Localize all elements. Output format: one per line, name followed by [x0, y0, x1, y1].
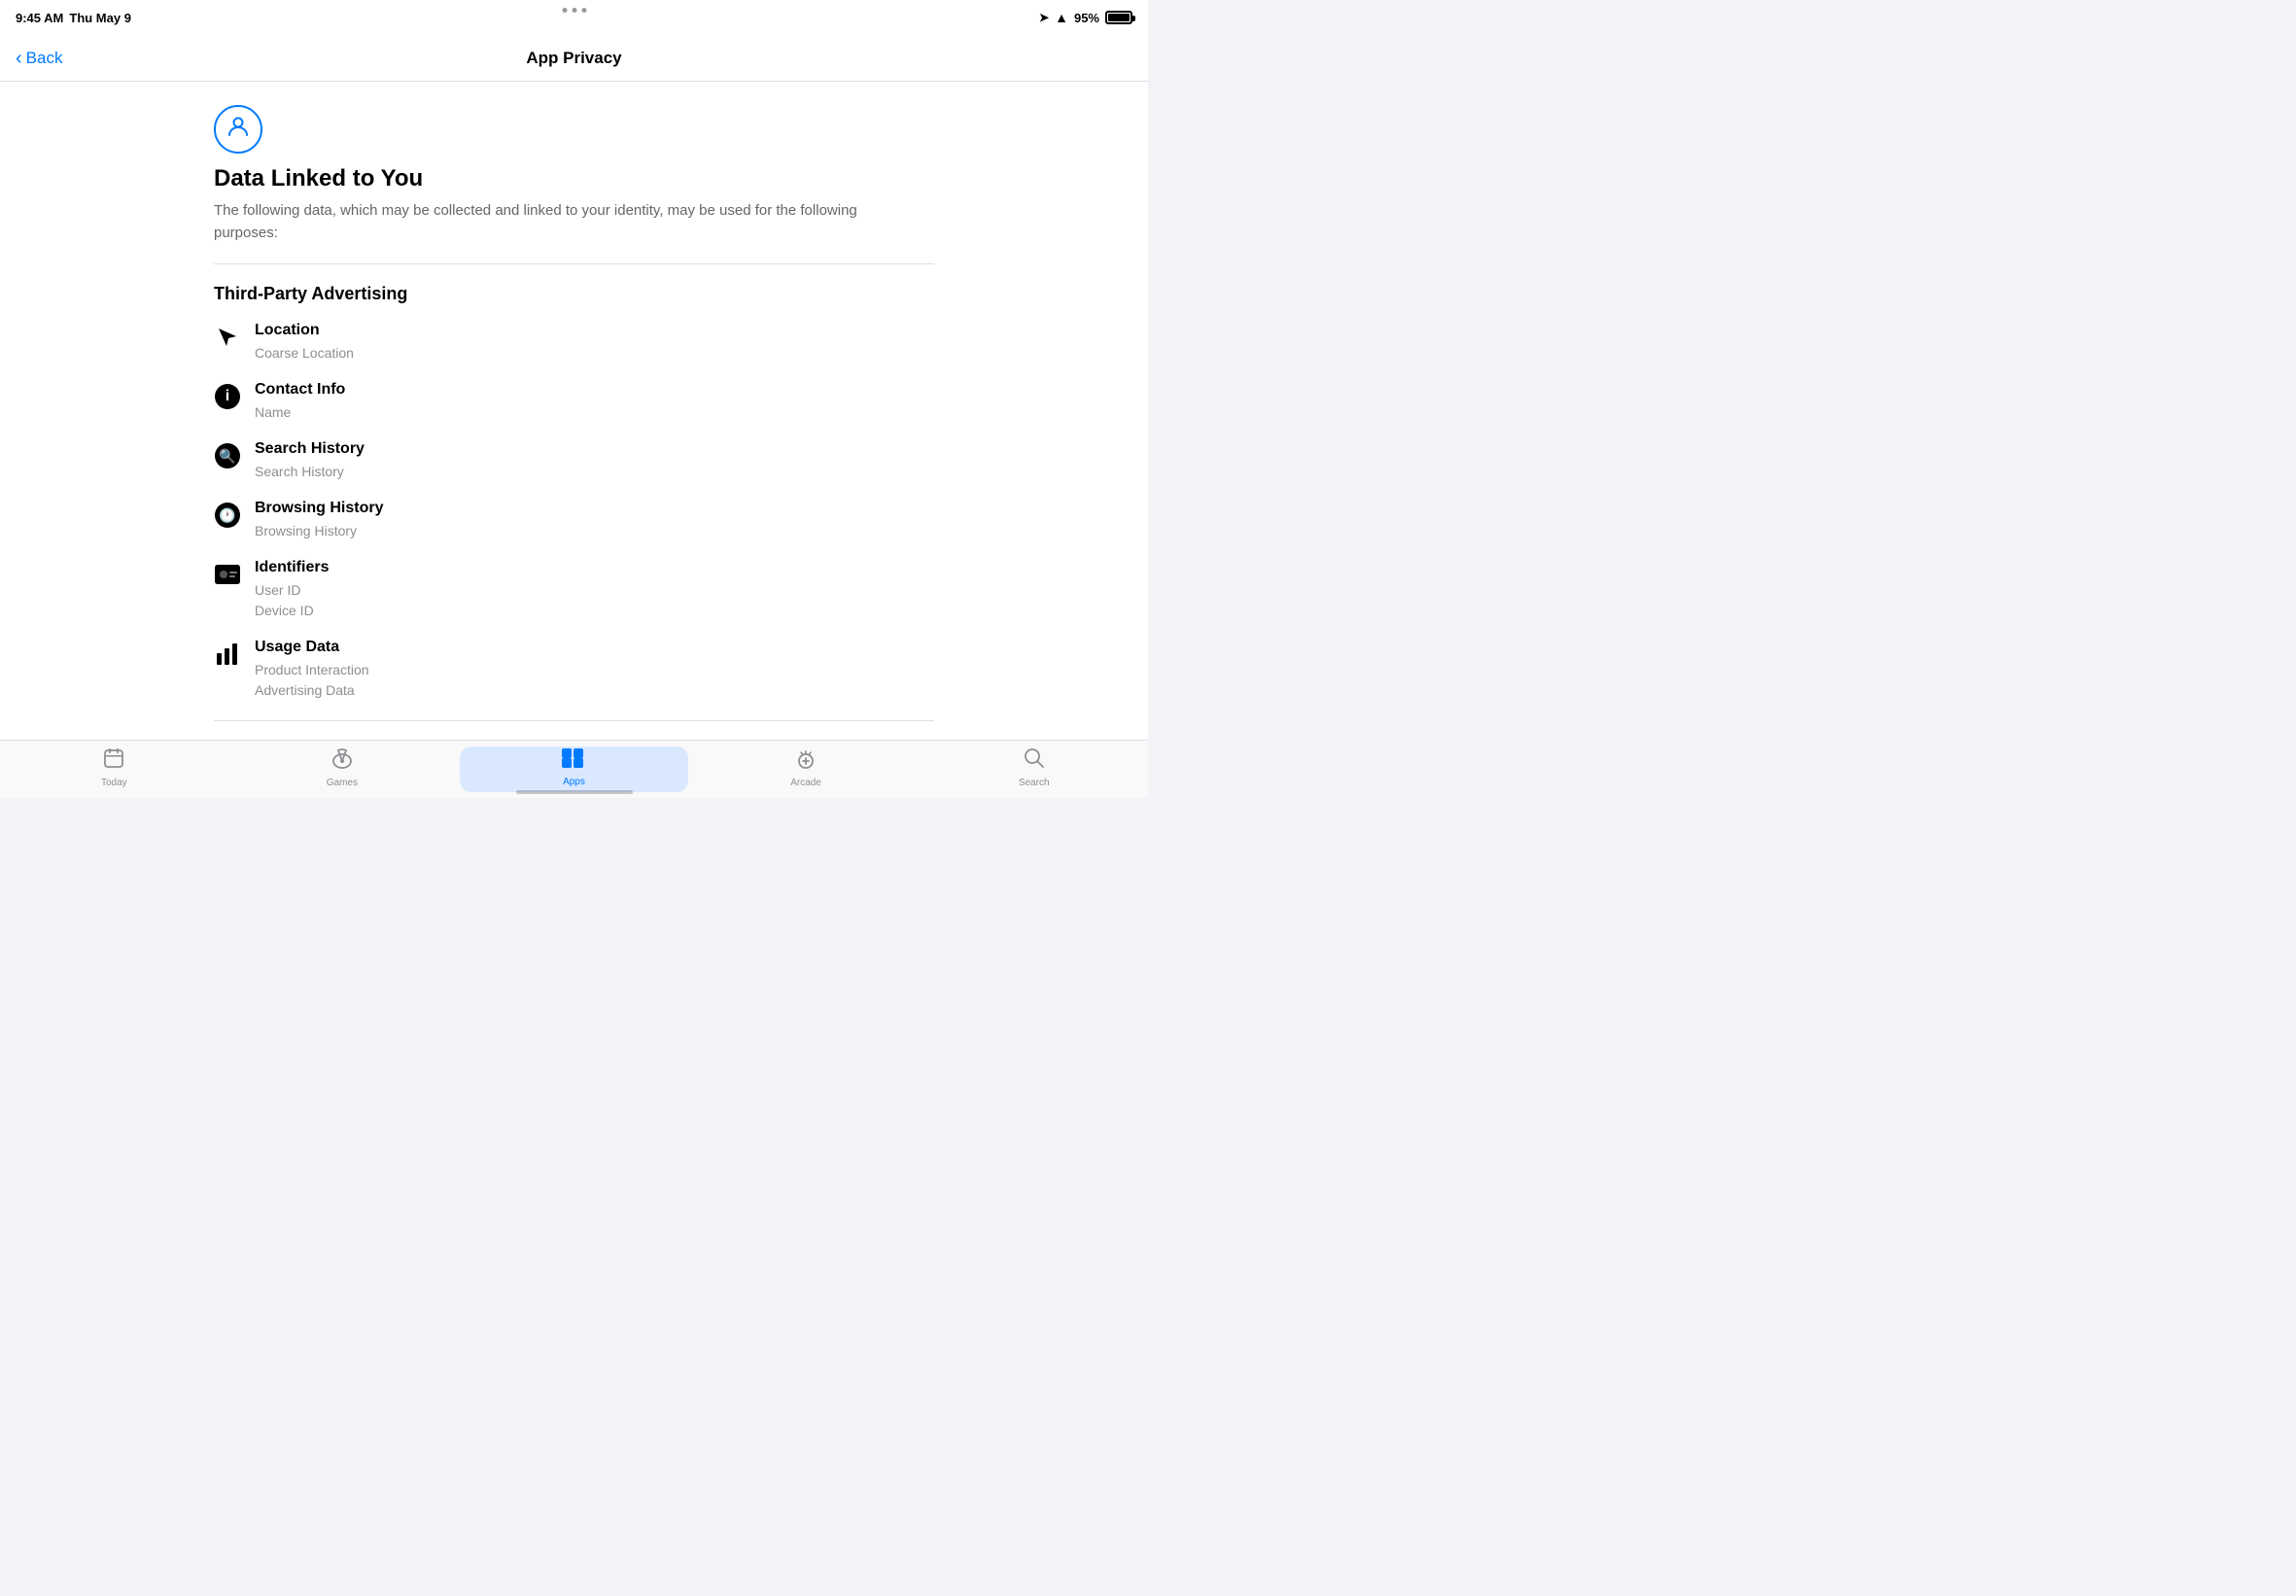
status-bar: 9:45 AM Thu May 9 ➤ ▲ 95% — [0, 0, 1148, 35]
location-label: Location — [255, 322, 934, 339]
time: 9:45 AM — [16, 11, 63, 25]
battery-percent: 95% — [1074, 11, 1099, 25]
today-icon — [103, 747, 124, 775]
id-card-icon — [215, 565, 240, 584]
status-right: ➤ ▲ 95% — [1039, 10, 1132, 25]
tab-arcade[interactable]: Arcade — [692, 741, 921, 798]
location-sub: Coarse Location — [255, 343, 934, 364]
browsing-sub: Browsing History — [255, 521, 934, 541]
contact-label: Contact Info — [255, 381, 934, 399]
battery-fill — [1108, 14, 1130, 21]
three-dots-menu — [562, 8, 586, 13]
browsing-icon-container: 🕐 — [214, 502, 241, 529]
location-arrow-icon — [216, 326, 239, 349]
tab-apps[interactable]: Apps — [460, 746, 688, 792]
chevron-left-icon: ‹ — [16, 49, 22, 68]
nav-bar: ‹ Back App Privacy — [0, 35, 1148, 82]
tab-search[interactable]: Search — [920, 741, 1148, 798]
tab-bar: Today Games Apps — [0, 740, 1148, 798]
bar-chart-icon — [216, 643, 239, 665]
privacy-description: The following data, which may be collect… — [214, 200, 894, 244]
search-circle-icon: 🔍 — [215, 443, 240, 468]
location-icon-container — [214, 324, 241, 351]
identifiers-icon-container — [214, 561, 241, 588]
data-item-identifiers: Identifiers User IDDevice ID — [214, 559, 934, 621]
contact-content: Contact Info Name — [255, 381, 934, 423]
search-tab-icon — [1024, 747, 1045, 775]
status-left: 9:45 AM Thu May 9 — [16, 11, 131, 25]
date: Thu May 9 — [69, 11, 131, 25]
privacy-header: Data Linked to You The following data, w… — [214, 105, 934, 244]
browsing-content: Browsing History Browsing History — [255, 500, 934, 541]
games-label: Games — [327, 778, 358, 788]
identifiers-sub: User IDDevice ID — [255, 580, 934, 621]
today-label: Today — [101, 778, 127, 788]
arcade-icon — [795, 747, 817, 775]
usage-sub: Product InteractionAdvertising Data — [255, 660, 934, 701]
nav-title: App Privacy — [526, 49, 621, 68]
identifiers-label: Identifiers — [255, 559, 934, 576]
apps-icon — [562, 748, 585, 774]
section-divider-1 — [214, 263, 934, 264]
back-label: Back — [26, 49, 63, 68]
usage-label: Usage Data — [255, 639, 934, 656]
wifi-icon: ▲ — [1055, 10, 1068, 25]
search-sub: Search History — [255, 462, 934, 482]
search-label: Search History — [255, 440, 934, 458]
location-icon: ➤ — [1039, 11, 1049, 24]
person-icon — [226, 114, 251, 146]
search-icon-container: 🔍 — [214, 442, 241, 469]
main-content: Data Linked to You The following data, w… — [0, 82, 1148, 740]
privacy-icon — [214, 105, 262, 154]
usage-content: Usage Data Product InteractionAdvertisin… — [255, 639, 934, 701]
data-item-search: 🔍 Search History Search History — [214, 440, 934, 482]
data-item-usage: Usage Data Product InteractionAdvertisin… — [214, 639, 934, 701]
identifiers-content: Identifiers User IDDevice ID — [255, 559, 934, 621]
home-indicator — [516, 790, 633, 794]
usage-icon-container — [214, 641, 241, 668]
apps-label: Apps — [563, 777, 585, 787]
tab-games[interactable]: Games — [228, 741, 457, 798]
info-circle-icon: i — [215, 384, 240, 409]
tab-today[interactable]: Today — [0, 741, 228, 798]
section-title-advertising: Third-Party Advertising — [214, 284, 934, 304]
games-icon — [331, 747, 353, 775]
data-item-contact: i Contact Info Name — [214, 381, 934, 423]
data-item-location: Location Coarse Location — [214, 322, 934, 364]
section-divider-2 — [214, 720, 934, 721]
arcade-label: Arcade — [790, 778, 821, 788]
clock-circle-icon: 🕐 — [215, 503, 240, 528]
search-label: Search — [1019, 778, 1050, 788]
data-item-browsing: 🕐 Browsing History Browsing History — [214, 500, 934, 541]
search-content: Search History Search History — [255, 440, 934, 482]
privacy-title: Data Linked to You — [214, 165, 934, 192]
contact-sub: Name — [255, 402, 934, 423]
back-button[interactable]: ‹ Back — [16, 49, 62, 68]
browsing-label: Browsing History — [255, 500, 934, 517]
battery-icon — [1105, 11, 1132, 24]
contact-icon-container: i — [214, 383, 241, 410]
location-content: Location Coarse Location — [255, 322, 934, 364]
